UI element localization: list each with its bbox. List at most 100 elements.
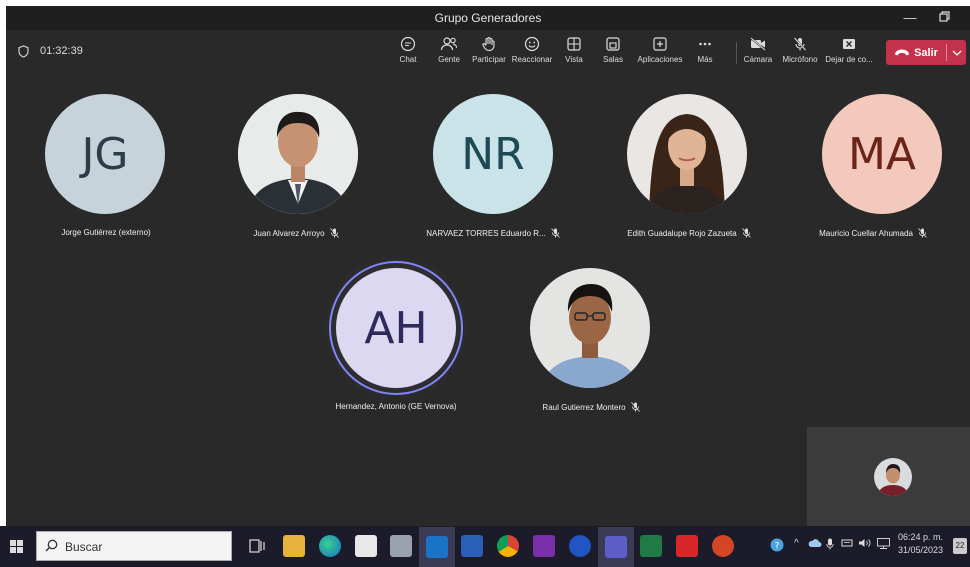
participant-name-tag: Edith Guadalupe Rojo Zazueta: [600, 228, 778, 238]
more-icon: [699, 42, 711, 46]
stop-sharing-label: Dejar de co...: [825, 55, 873, 64]
teams-taskbar-slot[interactable]: [598, 527, 634, 567]
system-clock[interactable]: 06:24 p. m. 31/05/2023: [898, 531, 943, 557]
microphone-tray-icon[interactable]: [826, 538, 834, 553]
participant-name-tag: Jorge Gutiérrez (externo): [6, 228, 206, 237]
search-placeholder: Buscar: [65, 540, 103, 554]
excel-icon[interactable]: [640, 535, 662, 557]
participant-name-tag: NARVAEZ TORRES Eduardo R...: [386, 228, 600, 238]
camera-off-icon: [750, 37, 766, 51]
people-button[interactable]: Gente: [434, 34, 464, 64]
task-view-icon[interactable]: [246, 535, 268, 557]
participant-name: NARVAEZ TORRES Eduardo R...: [426, 228, 546, 238]
leave-button[interactable]: Salir: [886, 40, 966, 65]
participant-photo[interactable]: [238, 94, 358, 214]
raise-hand-icon: [482, 36, 495, 52]
close-window-button[interactable]: ✕: [954, 6, 970, 30]
restore-icon: [938, 11, 950, 22]
network-icon[interactable]: [841, 538, 853, 551]
participant-name: Juan Alvarez Arroyo: [253, 228, 325, 238]
notification-center-button[interactable]: 22: [953, 538, 967, 554]
leave-main[interactable]: Salir: [886, 40, 946, 65]
apps-icon: [653, 37, 667, 51]
participant-name: Mauricio Cuellar Ahumada: [819, 228, 913, 238]
muted-mic-icon: [329, 228, 339, 238]
participant-avatar-speaking[interactable]: AH: [336, 268, 456, 388]
apps-button[interactable]: Aplicaciones: [637, 34, 683, 64]
react-label: Reaccionar: [511, 55, 553, 64]
person-photo-icon: [627, 94, 747, 214]
language-icon[interactable]: [877, 538, 890, 552]
participant-photo[interactable]: [530, 268, 650, 388]
stop-share-icon: [843, 39, 855, 49]
leave-label: Salir: [914, 46, 938, 59]
meeting-toolbar: 01:32:39 Chat Gente Participar Reacciona…: [6, 30, 970, 74]
edge-browser-icon[interactable]: [319, 535, 341, 557]
microphone-button[interactable]: Micrófono: [780, 34, 820, 64]
react-button[interactable]: Reaccionar: [511, 34, 553, 64]
avatar-initials: NR: [461, 128, 525, 180]
avatar-initials: MA: [847, 128, 917, 180]
participant-name-tag: Raul Gutierrez Montero: [506, 402, 676, 412]
svg-text:?: ?: [775, 542, 780, 552]
window-title: Grupo Generadores: [434, 11, 542, 25]
store-icon[interactable]: [355, 535, 377, 557]
chevron-down-icon: [952, 50, 961, 56]
participant-name: Hernandez, Antonio (GE Vernova): [335, 402, 457, 411]
camera-label: Cámara: [743, 55, 773, 64]
acrobat-icon[interactable]: [676, 535, 698, 557]
mic-off-icon: [793, 37, 807, 51]
participant-name-tag: Mauricio Cuellar Ahumada: [778, 228, 968, 238]
chat-button[interactable]: Chat: [395, 34, 421, 64]
participant-avatar[interactable]: JG: [45, 94, 165, 214]
avatar-initials: JG: [81, 128, 129, 180]
camera-button[interactable]: Cámara: [743, 34, 773, 64]
rooms-button[interactable]: Salas: [602, 34, 624, 64]
file-explorer-icon[interactable]: [283, 535, 305, 557]
volume-icon[interactable]: [858, 538, 871, 551]
windows-start-icon[interactable]: [10, 540, 23, 553]
taskbar-search-box[interactable]: Buscar: [36, 531, 232, 561]
search-icon: [45, 539, 58, 552]
raise-hand-label: Participar: [472, 55, 506, 64]
more-button[interactable]: Más: [694, 34, 716, 64]
muted-mic-icon: [741, 228, 751, 238]
calculator-icon[interactable]: [390, 535, 412, 557]
title-bar: Grupo Generadores — ✕: [6, 6, 970, 30]
apps-label: Aplicaciones: [637, 55, 683, 64]
chat-label: Chat: [399, 55, 417, 64]
muted-mic-icon: [630, 402, 640, 412]
teams-meeting-window: Grupo Generadores — ✕ 01:32:39 Chat Gent…: [6, 6, 970, 526]
people-label: Gente: [438, 55, 460, 64]
participant-name: Jorge Gutiérrez (externo): [61, 228, 151, 237]
clock-date: 31/05/2023: [898, 545, 944, 555]
webex-icon[interactable]: [569, 535, 591, 557]
powerpoint-icon[interactable]: [712, 535, 734, 557]
more-label: Más: [697, 55, 713, 64]
stop-sharing-button[interactable]: Dejar de co...: [824, 34, 874, 64]
chevron-up-icon[interactable]: ^: [794, 538, 799, 549]
help-icon[interactable]: ?: [770, 538, 784, 555]
notification-count: 22: [955, 541, 965, 550]
cloud-icon[interactable]: [808, 538, 822, 551]
participant-avatar[interactable]: NR: [433, 94, 553, 214]
participant-name: Raul Gutierrez Montero: [542, 402, 626, 412]
person-photo-icon: [238, 94, 358, 214]
raise-hand-button[interactable]: Participar: [471, 34, 507, 64]
outlook-taskbar-slot[interactable]: [419, 527, 455, 567]
outlook-icon: [426, 536, 448, 558]
participant-avatar[interactable]: MA: [822, 94, 942, 214]
leave-options-button[interactable]: [947, 40, 966, 65]
chat-icon: [400, 36, 416, 52]
toolbar-divider: [736, 42, 737, 64]
view-icon: [567, 37, 581, 51]
reaction-icon: [524, 36, 540, 52]
onenote-icon[interactable]: [533, 535, 555, 557]
word-icon[interactable]: [461, 535, 483, 557]
view-button[interactable]: Vista: [562, 34, 586, 64]
participant-photo[interactable]: [627, 94, 747, 214]
chrome-icon[interactable]: [497, 535, 519, 557]
self-view-panel[interactable]: [807, 427, 970, 526]
person-photo-icon: [530, 268, 650, 388]
muted-mic-icon: [550, 228, 560, 238]
